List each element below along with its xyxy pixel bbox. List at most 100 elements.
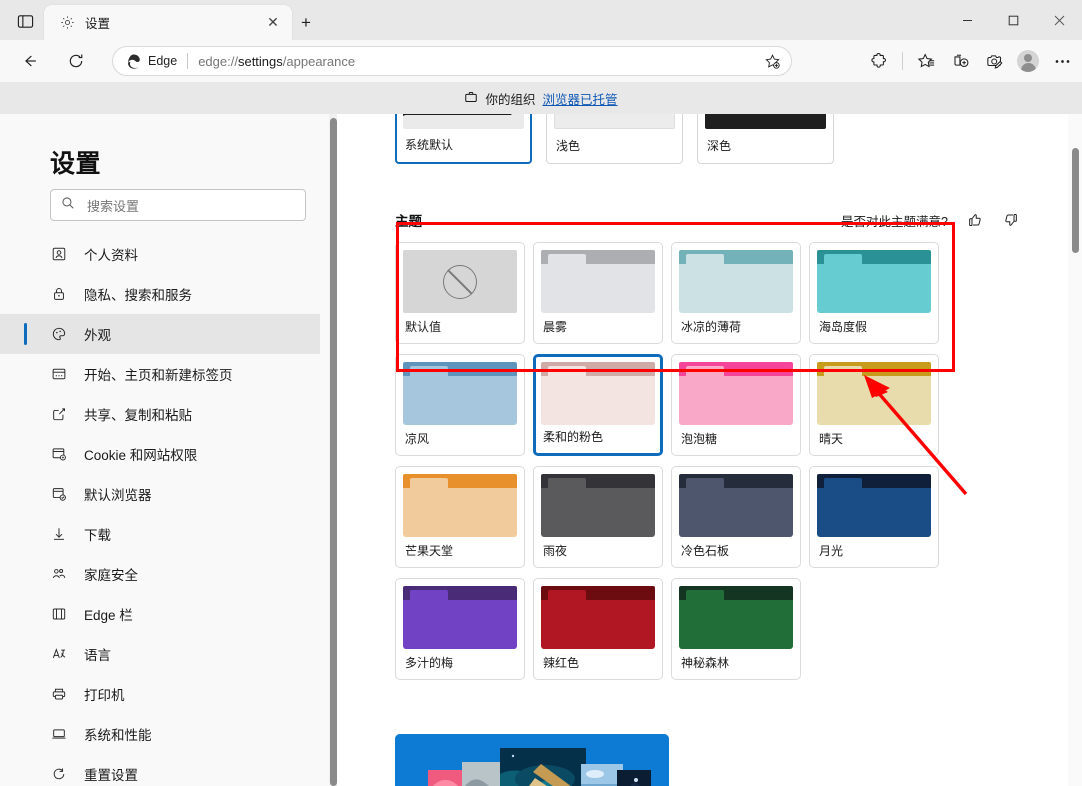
theme-mode-label: 深色	[707, 139, 732, 153]
sidebar-item-languages[interactable]: 语言	[0, 634, 320, 674]
sidebar-item-reset-settings[interactable]: 重置设置	[0, 754, 320, 786]
settings-page: 设置 搜索设置 个人资料 隐私、搜索和服务 外观 开始、主页和新建标签页 共享、…	[0, 114, 1082, 786]
system-icon	[50, 725, 68, 743]
managed-browser-notice: 你的组织 浏览器已托管	[0, 82, 1082, 114]
family-icon	[50, 565, 68, 583]
sidebar-item-downloads[interactable]: 下载	[0, 514, 320, 554]
theme-preview	[541, 362, 655, 425]
add-favorite-icon[interactable]	[759, 48, 785, 74]
profile-button[interactable]	[1012, 45, 1044, 77]
sidebar-item-label: 家庭安全	[84, 568, 138, 583]
new-tab-button[interactable]: +	[292, 10, 320, 36]
theme-mode-dark[interactable]: 深色	[697, 114, 834, 164]
tab-title: 设置	[85, 17, 111, 31]
collections-icon[interactable]	[944, 45, 976, 77]
sidebar-item-label: 下载	[84, 528, 111, 543]
theme-card[interactable]: 辣红色	[533, 578, 663, 680]
theme-mode-light[interactable]: 浅色	[546, 114, 683, 164]
theme-label: 辣红色	[543, 656, 580, 670]
search-input-placeholder: 搜索设置	[87, 198, 140, 214]
sidebar-scrollbar-thumb[interactable]	[330, 118, 337, 786]
sidebar-item-label: 共享、复制和粘贴	[84, 408, 192, 423]
title-bar: 设置 ✕ +	[0, 0, 1082, 40]
settings-nav-list: 个人资料 隐私、搜索和服务 外观 开始、主页和新建标签页 共享、复制和粘贴 Co…	[0, 234, 320, 786]
sidebar-item-appearance[interactable]: 外观	[0, 314, 320, 354]
theme-label: 芒果天堂	[405, 544, 454, 558]
page-title: 设置	[50, 150, 102, 178]
address-bar[interactable]: Edge edge://settings/appearance	[112, 46, 792, 76]
sidebar-item-edge-bar[interactable]: Edge 栏	[0, 594, 320, 634]
edge-logo-icon	[128, 53, 140, 69]
thumbs-down-icon[interactable]	[1002, 211, 1020, 229]
url-prefix: edge://	[198, 53, 238, 69]
theme-preview	[679, 586, 793, 649]
theme-preview	[679, 250, 793, 313]
theme-card[interactable]: 冰凉的薄荷	[671, 242, 801, 344]
sidebar-item-label: 开始、主页和新建标签页	[84, 368, 233, 383]
theme-gallery-banner[interactable]	[395, 734, 669, 786]
theme-section-header: 主题 是否对此主题满意?	[395, 210, 1020, 230]
theme-mode-label: 浅色	[556, 139, 581, 153]
theme-card[interactable]: 海岛度假	[809, 242, 939, 344]
minimize-button[interactable]	[944, 0, 990, 40]
share-icon	[50, 405, 68, 423]
extensions-icon[interactable]	[863, 45, 895, 77]
back-button[interactable]	[14, 45, 46, 77]
favorites-icon[interactable]	[910, 45, 942, 77]
printer-icon	[50, 685, 68, 703]
theme-card[interactable]: 月光	[809, 466, 939, 568]
lock-icon	[50, 285, 68, 303]
sidebar-item-family-safety[interactable]: 家庭安全	[0, 554, 320, 594]
sidebar-item-printers[interactable]: 打印机	[0, 674, 320, 714]
thumbs-up-icon[interactable]	[966, 211, 984, 229]
gear-icon	[58, 14, 76, 32]
search-settings-box[interactable]: 搜索设置	[50, 189, 306, 221]
sidebar-item-cookies[interactable]: Cookie 和网站权限	[0, 434, 320, 474]
theme-card[interactable]: 雨夜	[533, 466, 663, 568]
reset-icon	[50, 765, 68, 783]
theme-card[interactable]: 多汁的梅	[395, 578, 525, 680]
theme-card[interactable]: 默认值	[395, 242, 525, 344]
sidebar-item-start-home-newtab[interactable]: 开始、主页和新建标签页	[0, 354, 320, 394]
theme-card[interactable]: 泡泡糖	[671, 354, 801, 456]
cookie-icon	[50, 445, 68, 463]
edge-brand-label: Edge	[148, 54, 178, 68]
theme-label: 晴天	[819, 432, 844, 446]
banner-image	[395, 734, 669, 786]
theme-card-selected[interactable]: 柔和的粉色	[533, 354, 663, 456]
theme-label: 冷色石板	[681, 544, 730, 558]
sidebar-item-default-browser[interactable]: 默认浏览器	[0, 474, 320, 514]
window-controls	[944, 0, 1082, 40]
tab-actions-icon[interactable]	[12, 8, 38, 34]
theme-card[interactable]: 晨雾	[533, 242, 663, 344]
theme-label: 凉风	[405, 432, 430, 446]
theme-card[interactable]: 冷色石板	[671, 466, 801, 568]
browser-tab[interactable]: 设置 ✕	[44, 5, 292, 40]
theme-card[interactable]: 芒果天堂	[395, 466, 525, 568]
theme-card[interactable]: 神秘森林	[671, 578, 801, 680]
toolbar-divider	[902, 52, 903, 70]
no-theme-icon	[443, 264, 477, 299]
theme-label: 泡泡糖	[681, 432, 718, 446]
search-icon	[61, 196, 75, 215]
theme-label: 月光	[819, 544, 844, 558]
main-scrollbar-thumb[interactable]	[1072, 148, 1079, 253]
settings-and-more-icon[interactable]	[1046, 45, 1078, 77]
theme-mode-system[interactable]: 系统默认	[395, 114, 532, 164]
sidebar-item-profile[interactable]: 个人资料	[0, 234, 320, 274]
reload-button[interactable]	[60, 45, 92, 77]
sidebar-item-share-copy-paste[interactable]: 共享、复制和粘贴	[0, 394, 320, 434]
theme-feedback-group: 是否对此主题满意?	[841, 211, 1020, 230]
theme-card[interactable]: 晴天	[809, 354, 939, 456]
theme-card[interactable]: 凉风	[395, 354, 525, 456]
sidebar-item-system-performance[interactable]: 系统和性能	[0, 714, 320, 754]
theme-preview	[541, 586, 655, 649]
theme-label: 多汁的梅	[405, 656, 454, 670]
maximize-button[interactable]	[990, 0, 1036, 40]
managed-notice-link[interactable]: 浏览器已托管	[543, 89, 618, 108]
sidebar-item-label: 系统和性能	[84, 728, 152, 743]
close-window-button[interactable]	[1036, 0, 1082, 40]
screenshot-icon[interactable]	[978, 45, 1010, 77]
sidebar-item-privacy[interactable]: 隐私、搜索和服务	[0, 274, 320, 314]
close-tab-icon[interactable]: ✕	[262, 12, 284, 34]
